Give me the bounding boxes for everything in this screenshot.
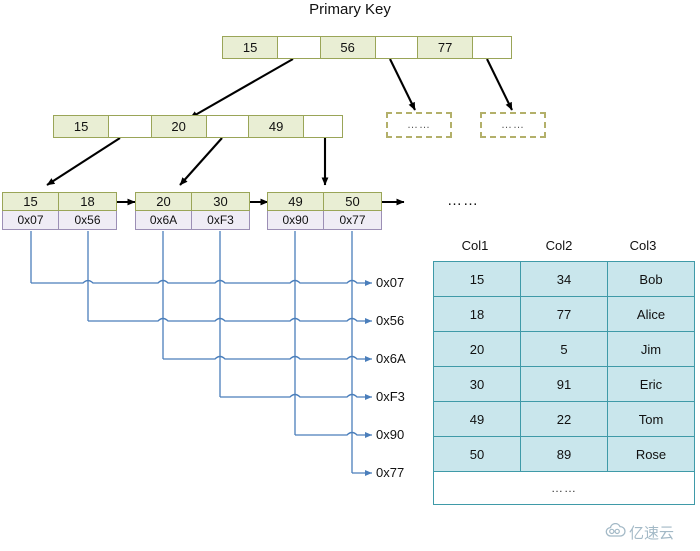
cell-r3-c0: 30 xyxy=(433,366,521,402)
root-cell-ptr-2 xyxy=(473,37,511,58)
root-cell-ptr-1 xyxy=(375,37,418,58)
data-table: 15 34 Bob 18 77 Alice 20 5 Jim 30 91 Eri… xyxy=(433,261,695,505)
address-label-1: 0x56 xyxy=(376,313,405,328)
table-more-cell: …… xyxy=(433,471,695,505)
leaf-3-keys: 49 50 xyxy=(267,192,382,211)
internal-node[interactable]: 15 20 49 xyxy=(53,115,343,138)
table-top-ellipsis: …… xyxy=(447,192,479,209)
table-row[interactable]: 18 77 Alice xyxy=(433,296,695,332)
leaf-1-key-1: 18 xyxy=(59,193,116,210)
cell-r1-c0: 18 xyxy=(433,296,521,332)
placeholder-node-2: …… xyxy=(480,112,546,138)
leaf-2-addrs: 0x6A 0xF3 xyxy=(135,211,250,230)
cell-r0-c0: 15 xyxy=(433,261,521,297)
table-header-col2: Col2 xyxy=(545,238,573,253)
table-row[interactable]: 30 91 Eric xyxy=(433,366,695,402)
leaf-2-key-1: 30 xyxy=(192,193,249,210)
cell-r0-c2: Bob xyxy=(607,261,695,297)
root-cell-key-1: 56 xyxy=(320,37,376,58)
leaf-1-addr-0: 0x07 xyxy=(3,211,59,229)
internal-cell-key-2: 49 xyxy=(249,116,305,137)
leaf-3-addr-1: 0x77 xyxy=(324,211,381,229)
table-header-col1: Col1 xyxy=(461,238,489,253)
table-column-headers: Col1 Col2 Col3 xyxy=(433,238,685,253)
root-node[interactable]: 15 56 77 xyxy=(222,36,512,59)
root-cell-key-0: 15 xyxy=(223,37,279,58)
leaf-1-key-0: 15 xyxy=(3,193,59,210)
address-label-5: 0x77 xyxy=(376,465,405,480)
cell-r2-c0: 20 xyxy=(433,331,521,367)
leaf-2-key-0: 20 xyxy=(136,193,192,210)
leaf-1-addr-1: 0x56 xyxy=(59,211,116,229)
diagram-canvas: Primary Key 15 56 77 15 20 49 …… …… 15 1… xyxy=(0,0,700,551)
watermark: 亿速云 xyxy=(604,522,674,543)
table-row[interactable]: 20 5 Jim xyxy=(433,331,695,367)
leaf-3-key-0: 49 xyxy=(268,193,324,210)
cell-r1-c1: 77 xyxy=(520,296,608,332)
page-title: Primary Key xyxy=(309,1,391,18)
internal-cell-key-0: 15 xyxy=(54,116,110,137)
address-label-0: 0x07 xyxy=(376,275,405,290)
table-row[interactable]: 15 34 Bob xyxy=(433,261,695,297)
internal-cell-ptr-0 xyxy=(109,116,152,137)
leaf-3-addr-0: 0x90 xyxy=(268,211,324,229)
cell-r1-c2: Alice xyxy=(607,296,695,332)
cell-r0-c1: 34 xyxy=(520,261,608,297)
cloud-icon xyxy=(604,522,626,542)
cell-r5-c1: 89 xyxy=(520,436,608,472)
leaf-node-3[interactable]: 49 50 0x90 0x77 xyxy=(267,192,382,230)
leaf-1-addrs: 0x07 0x56 xyxy=(2,211,117,230)
cell-r4-c1: 22 xyxy=(520,401,608,437)
cell-r5-c2: Rose xyxy=(607,436,695,472)
leaf-2-addr-0: 0x6A xyxy=(136,211,192,229)
cell-r4-c0: 49 xyxy=(433,401,521,437)
table-more-row: …… xyxy=(433,471,695,505)
root-cell-key-2: 77 xyxy=(418,37,474,58)
address-label-4: 0x90 xyxy=(376,427,405,442)
placeholder-node-1: …… xyxy=(386,112,452,138)
cell-r5-c0: 50 xyxy=(433,436,521,472)
internal-cell-key-1: 20 xyxy=(151,116,207,137)
cell-r3-c2: Eric xyxy=(607,366,695,402)
cell-r3-c1: 91 xyxy=(520,366,608,402)
leaf-2-keys: 20 30 xyxy=(135,192,250,211)
cell-r2-c1: 5 xyxy=(520,331,608,367)
internal-cell-ptr-1 xyxy=(206,116,249,137)
cell-r4-c2: Tom xyxy=(607,401,695,437)
leaf-node-2[interactable]: 20 30 0x6A 0xF3 xyxy=(135,192,250,230)
table-header-col3: Col3 xyxy=(629,238,657,253)
leaf-node-1[interactable]: 15 18 0x07 0x56 xyxy=(2,192,117,230)
data-table-wrapper: 15 34 Bob 18 77 Alice 20 5 Jim 30 91 Eri… xyxy=(433,261,695,505)
address-label-2: 0x6A xyxy=(376,351,406,366)
address-label-3: 0xF3 xyxy=(376,389,405,404)
leaf-3-key-1: 50 xyxy=(324,193,381,210)
table-row[interactable]: 49 22 Tom xyxy=(433,401,695,437)
watermark-text: 亿速云 xyxy=(629,524,675,542)
internal-cell-ptr-2 xyxy=(304,116,342,137)
root-cell-ptr-0 xyxy=(278,37,321,58)
cell-r2-c2: Jim xyxy=(607,331,695,367)
leaf-2-addr-1: 0xF3 xyxy=(192,211,249,229)
table-row[interactable]: 50 89 Rose xyxy=(433,436,695,472)
leaf-1-keys: 15 18 xyxy=(2,192,117,211)
leaf-3-addrs: 0x90 0x77 xyxy=(267,211,382,230)
